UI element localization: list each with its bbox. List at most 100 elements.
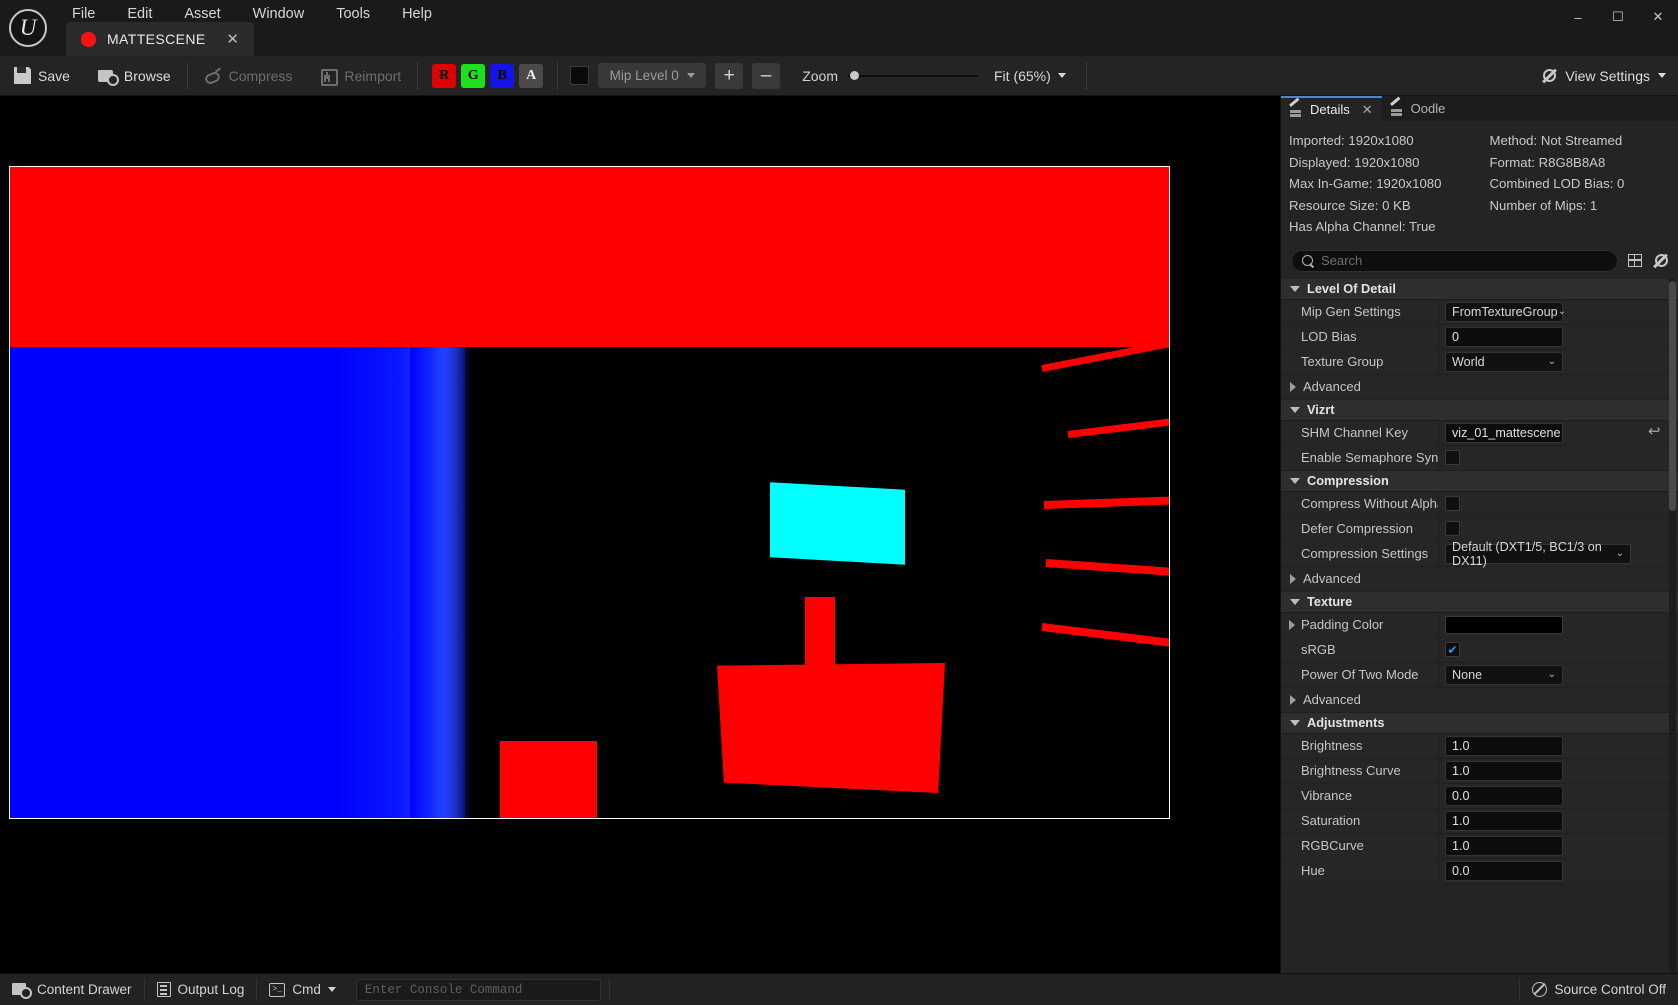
- chevron-down-icon: [328, 987, 336, 992]
- background-color-swatch[interactable]: [570, 66, 589, 85]
- property-value: [1439, 492, 1678, 516]
- zoom-fit-label: Fit (65%): [994, 68, 1051, 84]
- section-header-texture[interactable]: Texture: [1281, 592, 1678, 613]
- checkbox-enable-semaphore-synch[interactable]: [1445, 450, 1460, 465]
- tab-oodle[interactable]: Oodle: [1382, 96, 1455, 121]
- property-list[interactable]: Level Of DetailMip Gen SettingsFromTextu…: [1281, 279, 1678, 974]
- chevron-down-icon: ⌄: [1548, 356, 1556, 367]
- mip-level-dropdown[interactable]: Mip Level 0: [598, 63, 706, 88]
- expander-label: Advanced: [1303, 692, 1361, 707]
- property-name-text: sRGB: [1301, 642, 1336, 657]
- view-settings-button[interactable]: View Settings: [1542, 68, 1666, 84]
- gear-icon: [1654, 253, 1669, 268]
- zoom-fit-dropdown[interactable]: Fit (65%): [988, 68, 1072, 84]
- dropdown-texture-group[interactable]: World⌄: [1445, 352, 1563, 372]
- input-brightness[interactable]: 1.0: [1445, 736, 1563, 756]
- cmd-dropdown[interactable]: >_ Cmd: [257, 974, 348, 1005]
- output-log-button[interactable]: Output Log: [145, 974, 257, 1005]
- console-placeholder: Enter Console Command: [365, 983, 523, 997]
- color-swatch-padding-color[interactable]: [1445, 616, 1563, 634]
- expander-advanced[interactable]: Advanced: [1281, 375, 1678, 400]
- menu-item-help[interactable]: Help: [386, 3, 448, 25]
- channel-toggle-a[interactable]: A: [519, 64, 543, 88]
- mip-decrease-button[interactable]: –: [752, 63, 780, 89]
- unreal-logo[interactable]: U: [0, 0, 56, 56]
- compress-label: Compress: [229, 68, 293, 84]
- content-drawer-button[interactable]: Content Drawer: [0, 974, 144, 1005]
- property-value: None⌄: [1439, 663, 1678, 687]
- expander-advanced[interactable]: Advanced: [1281, 567, 1678, 592]
- matte-cyan-quad: [770, 482, 905, 565]
- section-header-vizrt[interactable]: Vizrt: [1281, 400, 1678, 421]
- input-brightness-curve[interactable]: 1.0: [1445, 761, 1563, 781]
- details-settings-button[interactable]: [1652, 252, 1670, 270]
- asset-tab-mattescene[interactable]: MATTESCENE ✕: [66, 22, 254, 56]
- gear-icon: [1542, 68, 1557, 83]
- mip-level-label: Mip Level 0: [610, 68, 679, 83]
- window-controls: – ☐ ✕: [1558, 0, 1678, 34]
- chevron-down-icon: [1290, 599, 1300, 605]
- minimize-button[interactable]: –: [1558, 0, 1598, 34]
- property-label: Enable Semaphore Synch...: [1281, 446, 1439, 470]
- property-row: SHM Channel Keyviz_01_mattescene: [1281, 421, 1678, 446]
- checkbox-defer-compression[interactable]: [1445, 521, 1460, 536]
- dropdown-mip-gen-settings[interactable]: FromTextureGroup⌄: [1445, 302, 1563, 322]
- input-rgbcurve[interactable]: 1.0: [1445, 836, 1563, 856]
- tab-details[interactable]: Details✕: [1281, 96, 1382, 121]
- property-row: Saturation1.0: [1281, 809, 1678, 834]
- section-header-compression[interactable]: Compression: [1281, 471, 1678, 492]
- input-value: 1.0: [1452, 839, 1470, 853]
- search-input[interactable]: Search: [1291, 250, 1618, 272]
- close-icon[interactable]: ✕: [224, 32, 241, 47]
- property-value: 1.0: [1439, 734, 1678, 758]
- input-saturation[interactable]: 1.0: [1445, 811, 1563, 831]
- browse-button[interactable]: Browse: [84, 56, 185, 96]
- input-vibrance[interactable]: 0.0: [1445, 786, 1563, 806]
- mip-increase-button[interactable]: +: [715, 63, 743, 89]
- compress-button: Compress: [190, 56, 307, 96]
- section-header-adjustments[interactable]: Adjustments: [1281, 713, 1678, 734]
- close-icon[interactable]: ✕: [1362, 102, 1373, 118]
- texture-info-line: Method: Not Streamed: [1490, 130, 1678, 152]
- chevron-down-icon: [1290, 478, 1300, 484]
- texture-viewport[interactable]: [0, 96, 1280, 973]
- input-shm-channel-key[interactable]: viz_01_mattescene: [1445, 423, 1563, 443]
- dropdown-power-of-two-mode[interactable]: None⌄: [1445, 665, 1563, 685]
- revert-icon[interactable]: [1648, 425, 1664, 441]
- chevron-right-icon[interactable]: [1289, 620, 1295, 630]
- source-control-button[interactable]: Source Control Off: [1520, 974, 1678, 1005]
- texture-info-line: Combined LOD Bias: 0: [1490, 173, 1678, 195]
- maximize-button[interactable]: ☐: [1598, 0, 1638, 34]
- section-header-level-of-detail[interactable]: Level Of Detail: [1281, 279, 1678, 300]
- zoom-slider[interactable]: [848, 69, 978, 83]
- property-label: Hue: [1281, 859, 1439, 883]
- expander-advanced[interactable]: Advanced: [1281, 688, 1678, 713]
- save-icon: [14, 67, 31, 84]
- channel-toggle-b[interactable]: B: [490, 64, 514, 88]
- property-label: Power Of Two Mode: [1281, 663, 1439, 687]
- input-lod-bias[interactable]: 0: [1445, 327, 1563, 347]
- texture-info-line: Displayed: 1920x1080: [1289, 152, 1478, 174]
- menu-item-tools[interactable]: Tools: [320, 3, 386, 25]
- chevron-right-icon: [1290, 382, 1296, 392]
- close-window-button[interactable]: ✕: [1638, 0, 1678, 34]
- checkbox-compress-without-alpha[interactable]: [1445, 496, 1460, 511]
- save-label: Save: [38, 68, 70, 84]
- save-button[interactable]: Save: [0, 56, 84, 96]
- checkbox-srgb[interactable]: ✔: [1445, 642, 1460, 657]
- dropdown-compression-settings[interactable]: Default (DXT1/5, BC1/3 on DX11)⌄: [1445, 544, 1631, 564]
- chevron-down-icon: [1290, 286, 1300, 292]
- channel-toggle-g[interactable]: G: [461, 64, 485, 88]
- zoom-slider-handle[interactable]: [850, 71, 859, 80]
- column-settings-button[interactable]: [1626, 252, 1644, 270]
- chevron-down-icon: [1290, 720, 1300, 726]
- console-command-input[interactable]: Enter Console Command: [356, 979, 601, 1001]
- input-hue[interactable]: 0.0: [1445, 861, 1563, 881]
- channel-toggle-r[interactable]: R: [432, 64, 456, 88]
- matte-red-stalk: [805, 597, 835, 667]
- log-icon: [157, 982, 171, 997]
- texture-info-line: Resource Size: 0 KB: [1289, 195, 1478, 217]
- scrollbar-thumb[interactable]: [1669, 281, 1676, 511]
- property-name-text: RGBCurve: [1301, 838, 1364, 853]
- property-row: Defer Compression: [1281, 517, 1678, 542]
